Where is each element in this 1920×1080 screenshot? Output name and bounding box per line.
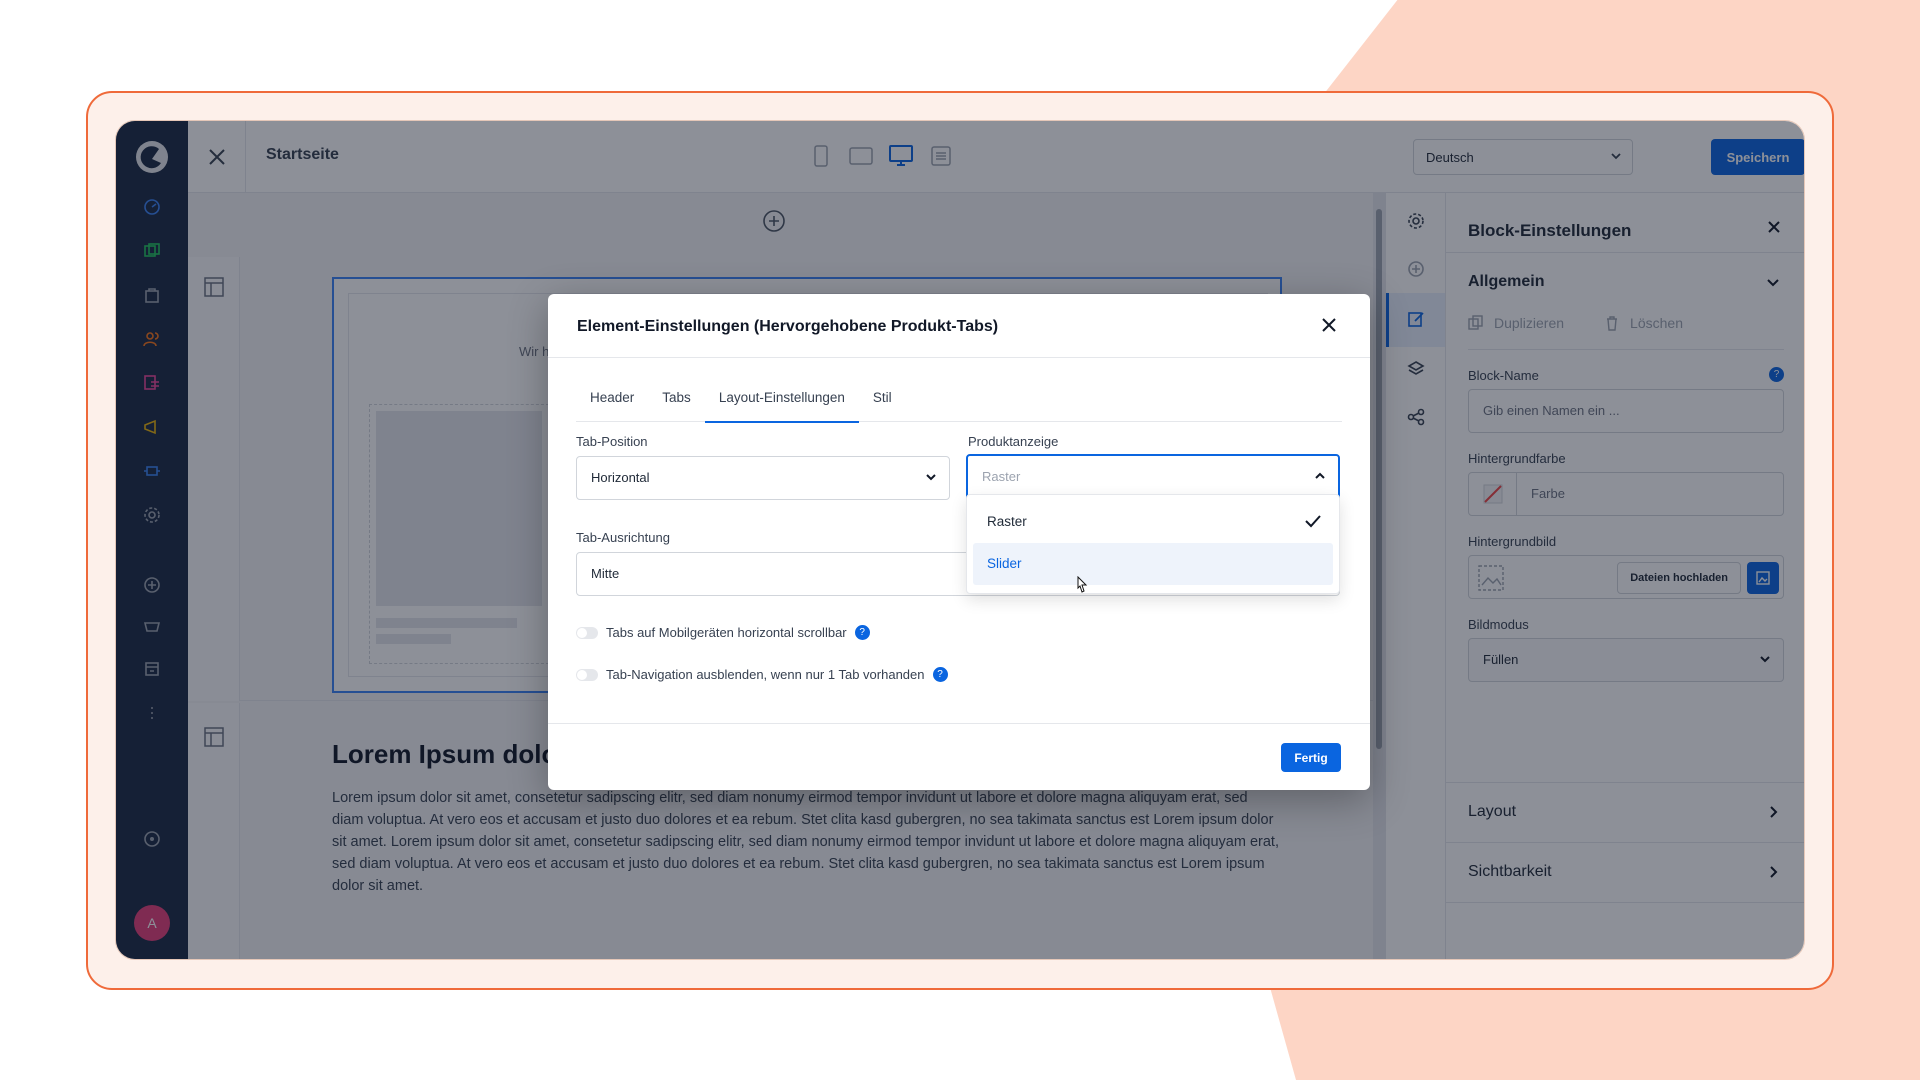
chevron-down-icon [926,474,936,481]
tab-position-select[interactable]: Horizontal [576,456,950,500]
help-icon[interactable]: ? [932,667,948,682]
modal-header: Element-Einstellungen (Hervorgehobene Pr… [548,294,1370,358]
tab-alignment-label: Tab-Ausrichtung [576,530,670,545]
pointer-cursor-icon [1077,576,1088,593]
chevron-up-icon [1315,472,1325,479]
option-slider[interactable]: Slider [973,543,1333,585]
product-display-label: Produktanzeige [968,434,1059,449]
help-icon[interactable]: ? [854,625,870,640]
close-icon[interactable] [1322,318,1336,332]
tab-tabs[interactable]: Tabs [648,380,705,422]
option-raster[interactable]: Raster [973,501,1333,543]
option-label: Slider [987,556,1022,571]
tab-position-value: Horizontal [591,470,650,485]
hide-nav-toggle[interactable] [576,668,598,681]
toggle-row-scroll: Tabs auf Mobilgeräten horizontal scrollb… [576,625,870,640]
done-button[interactable]: Fertig [1281,743,1341,772]
modal-footer: Fertig [548,723,1370,790]
check-icon [1305,515,1321,528]
modal-tabs: Header Tabs Layout-Einstellungen Stil [576,380,1342,423]
product-display-dropdown: Raster Slider [966,494,1340,594]
tab-layout-settings[interactable]: Layout-Einstellungen [704,380,860,423]
toggle-row-hide-nav: Tab-Navigation ausblenden, wenn nur 1 Ta… [576,667,948,682]
modal-title: Element-Einstellungen (Hervorgehobene Pr… [577,318,999,335]
tab-header[interactable]: Header [576,380,648,422]
tab-position-label: Tab-Position [576,434,648,449]
tab-style[interactable]: Stil [859,380,906,422]
scroll-toggle[interactable] [576,626,598,639]
product-display-value: Raster [982,469,1021,484]
hide-nav-toggle-label: Tab-Navigation ausblenden, wenn nur 1 Ta… [606,667,925,682]
element-settings-modal: Element-Einstellungen (Hervorgehobene Pr… [548,294,1370,790]
scroll-toggle-label: Tabs auf Mobilgeräten horizontal scrollb… [606,625,847,640]
option-label: Raster [987,514,1027,529]
tab-alignment-value: Mitte [591,566,620,581]
